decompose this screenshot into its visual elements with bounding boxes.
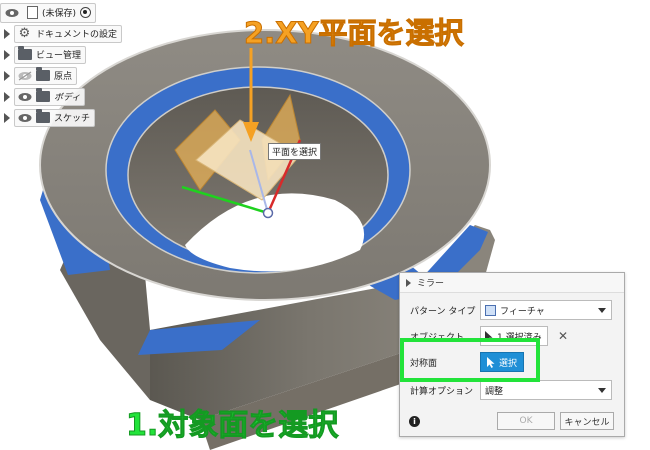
collapse-arrow-icon[interactable] bbox=[406, 278, 411, 287]
eye-icon[interactable] bbox=[18, 113, 32, 123]
pattern-type-label: パターン タイプ bbox=[410, 306, 476, 317]
folder-icon bbox=[36, 109, 50, 123]
gear-icon: ⚙ bbox=[18, 26, 31, 41]
chevron-down-icon bbox=[598, 308, 606, 313]
symmetry-plane-highlight bbox=[400, 338, 540, 382]
browser-item-label: ビュー管理 bbox=[36, 51, 82, 61]
eye-icon[interactable] bbox=[5, 8, 19, 18]
browser-item-label: スケッチ bbox=[54, 114, 91, 124]
chevron-down-icon bbox=[598, 388, 606, 393]
folder-icon bbox=[36, 88, 50, 102]
pattern-type-select[interactable]: フィーチャ bbox=[480, 300, 612, 320]
plane-tooltip: 平面を選択 bbox=[268, 143, 322, 160]
browser-item-label: ボディ bbox=[54, 93, 81, 103]
compute-option-select[interactable]: 調整 bbox=[480, 380, 612, 400]
browser-item-named-views[interactable]: ビュー管理 bbox=[0, 44, 112, 65]
compute-option-value: 調整 bbox=[485, 386, 504, 397]
expand-arrow-icon[interactable] bbox=[4, 28, 10, 39]
browser-root-label: (未保存) bbox=[42, 9, 77, 19]
active-radio-icon[interactable] bbox=[80, 7, 92, 18]
browser-item-label: 原点 bbox=[54, 72, 73, 82]
browser-root[interactable]: (未保存) bbox=[0, 2, 112, 23]
browser-item-label: ドキュメントの設定 bbox=[36, 30, 118, 40]
compute-option-row: 計算オプション 調整 bbox=[400, 379, 626, 401]
browser-tree: (未保存) ⚙ ドキュメントの設定 ビュー管理 原点 ボディ スケッチ bbox=[0, 2, 123, 128]
eye-hidden-icon[interactable] bbox=[18, 71, 32, 81]
folder-icon bbox=[36, 67, 50, 81]
pattern-type-row: パターン タイプ フィーチャ bbox=[400, 299, 626, 321]
pattern-type-value: フィーチャ bbox=[500, 306, 545, 317]
dialog-footer: i OK キャンセル bbox=[400, 409, 626, 435]
browser-item-document-settings[interactable]: ⚙ ドキュメントの設定 bbox=[0, 23, 123, 44]
annotation-step-1: 1.対象面を選択 bbox=[125, 408, 339, 444]
expand-arrow-icon[interactable] bbox=[4, 91, 10, 102]
expand-arrow-icon[interactable] bbox=[4, 70, 10, 81]
folder-icon bbox=[18, 46, 32, 60]
ok-button[interactable]: OK bbox=[497, 412, 555, 430]
browser-item-origin[interactable]: 原点 bbox=[0, 65, 112, 86]
clear-selection-icon[interactable]: ✕ bbox=[558, 329, 568, 343]
browser-item-sketches[interactable]: スケッチ bbox=[0, 107, 112, 128]
dialog-header[interactable]: ミラー bbox=[400, 273, 624, 293]
cancel-button[interactable]: キャンセル bbox=[560, 412, 614, 430]
document-icon bbox=[27, 6, 38, 19]
expand-arrow-icon[interactable] bbox=[4, 112, 10, 123]
browser-item-bodies[interactable]: ボディ bbox=[0, 86, 112, 107]
info-icon[interactable]: i bbox=[409, 416, 420, 427]
feature-icon bbox=[485, 304, 496, 316]
eye-icon[interactable] bbox=[18, 92, 32, 102]
annotation-step-2: 2.XY平面を選択 bbox=[244, 16, 465, 51]
dialog-title: ミラー bbox=[417, 279, 445, 289]
compute-option-label: 計算オプション bbox=[410, 386, 474, 397]
expand-arrow-icon[interactable] bbox=[4, 49, 10, 60]
